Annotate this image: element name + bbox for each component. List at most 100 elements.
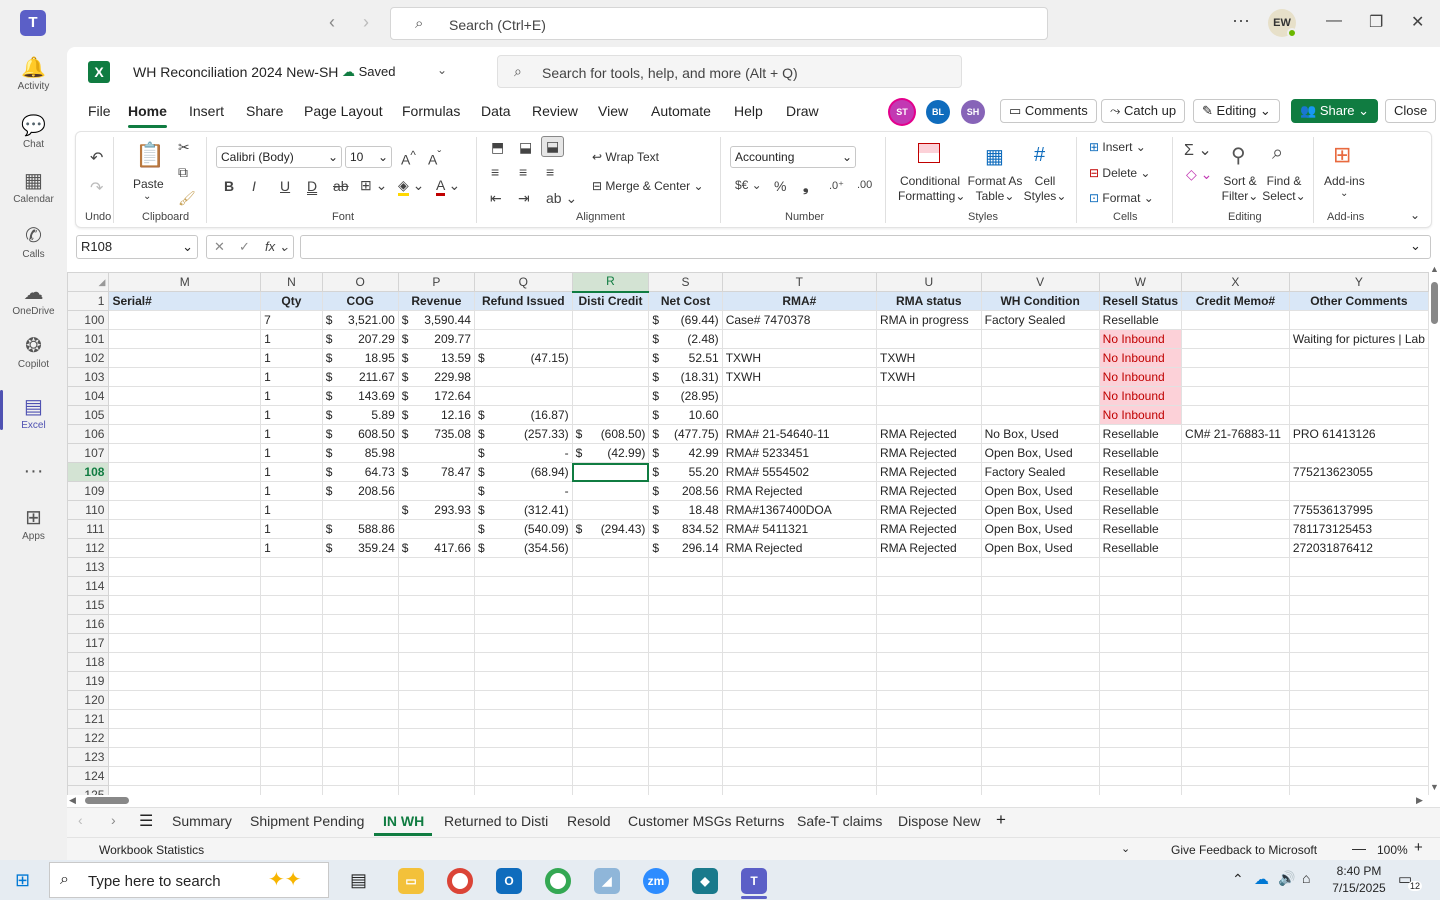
currency-format-icon[interactable]: $€ ⌄ (735, 178, 762, 192)
tab-formulas[interactable]: Formulas (402, 103, 460, 119)
sheet-tab-shipment-pending[interactable]: Shipment Pending (250, 813, 364, 829)
cell[interactable] (473, 728, 573, 748)
cell[interactable] (875, 386, 982, 406)
cell-styles-icon[interactable]: # (1034, 144, 1045, 167)
tab-data[interactable]: Data (481, 103, 511, 119)
cell[interactable] (721, 652, 877, 672)
cell[interactable] (1288, 766, 1429, 786)
cell[interactable]: $143.69 (321, 386, 399, 406)
row-header[interactable]: 107 (67, 443, 110, 463)
cell[interactable] (1098, 652, 1183, 672)
outlook-icon[interactable]: O (496, 868, 522, 894)
vertical-scroll-thumb[interactable] (1431, 282, 1438, 324)
cell[interactable] (571, 690, 650, 710)
cell[interactable]: 1 (260, 462, 323, 482)
expand-formula-bar-icon[interactable]: ⌄ (1410, 238, 1421, 254)
insert-cells-button[interactable]: ⊞ Insert ⌄ (1089, 140, 1146, 154)
all-sheets-menu-icon[interactable]: ☰ (139, 811, 153, 831)
worksheet-table[interactable]: ◢ M N O P Q R S T U V W X Y 1 Serial# Qty COG Revenue Refun… (67, 272, 1429, 795)
cell[interactable]: RMA Rejected (875, 481, 982, 501)
cell[interactable] (108, 690, 262, 710)
cell[interactable]: $735.08 (397, 424, 475, 444)
cell[interactable]: Resellable (1098, 424, 1183, 444)
find-select-icon[interactable]: ⌕ (1272, 142, 1283, 165)
cell[interactable] (571, 709, 650, 729)
cell[interactable] (473, 386, 573, 406)
cell[interactable]: RMA in progress (875, 310, 982, 330)
merge-center-button[interactable]: ⊟ Merge & Center ⌄ (592, 179, 704, 193)
delete-cells-button[interactable]: ⊟ Delete ⌄ (1089, 166, 1150, 180)
cell[interactable] (1288, 386, 1429, 406)
cell[interactable] (875, 709, 982, 729)
minimize-icon[interactable]: — (1326, 12, 1342, 30)
align-top-icon[interactable]: ⬒ (491, 139, 504, 156)
cell[interactable] (1288, 557, 1429, 577)
cell[interactable] (1288, 481, 1429, 501)
find-select-button[interactable]: Find & Select⌄ (1262, 174, 1306, 204)
cell[interactable] (397, 481, 475, 501)
scroll-up-icon[interactable]: ▲ (1430, 264, 1439, 274)
cell[interactable] (648, 595, 723, 615)
confirm-entry-icon[interactable]: ✓ (239, 236, 250, 258)
cell[interactable]: $229.98 (397, 367, 475, 387)
cell[interactable] (260, 728, 323, 748)
decrease-decimal-icon[interactable]: .00 (857, 179, 872, 191)
row-header[interactable]: 102 (67, 348, 110, 368)
cell[interactable] (1181, 310, 1290, 330)
cell[interactable] (721, 671, 877, 691)
cell[interactable]: $ (47.15) (473, 348, 573, 368)
row-header[interactable]: 104 (67, 386, 110, 406)
cell[interactable] (1181, 443, 1290, 463)
cell[interactable] (571, 557, 650, 577)
task-view-icon[interactable]: ▤ (350, 870, 367, 891)
header-cell[interactable]: Revenue (397, 291, 475, 311)
cell[interactable] (1181, 671, 1290, 691)
font-color-icon[interactable]: A ⌄ (436, 177, 460, 196)
cell[interactable] (397, 576, 475, 596)
row-header[interactable]: 103 (67, 367, 110, 387)
rail-item-calls[interactable]: ✆ Calls (0, 223, 67, 260)
horizontal-scroll-thumb[interactable] (85, 797, 129, 804)
cell[interactable]: RMA# 5411321 (721, 519, 877, 539)
cell[interactable]: $42.99 (648, 443, 723, 463)
clear-icon[interactable]: ◇ ⌄ (1186, 166, 1212, 183)
cell[interactable] (1181, 690, 1290, 710)
cell[interactable] (321, 785, 399, 795)
cell[interactable] (875, 690, 982, 710)
cell[interactable] (875, 329, 982, 349)
cell[interactable] (1098, 766, 1183, 786)
cell[interactable]: TXWH (875, 367, 982, 387)
more-options-icon[interactable]: ··· (1232, 10, 1250, 31)
cell[interactable]: 7 (260, 310, 323, 330)
cell[interactable] (1181, 652, 1290, 672)
cell[interactable] (648, 728, 723, 748)
cell[interactable] (571, 671, 650, 691)
align-left-icon[interactable]: ≡ (491, 164, 499, 180)
add-ins-icon[interactable]: ⊞ (1333, 142, 1351, 168)
header-cell[interactable]: Other Comments (1288, 291, 1429, 311)
cell[interactable] (721, 766, 877, 786)
spreadsheet-grid[interactable]: ◢ M N O P Q R S T U V W X Y 1 Serial# Qty COG Revenue Refun… (67, 272, 1429, 795)
cell[interactable]: $ (69.44) (648, 310, 723, 330)
cell[interactable] (321, 576, 399, 596)
cell[interactable] (571, 747, 650, 767)
row-header[interactable]: 111 (67, 519, 110, 539)
cell[interactable]: TXWH (875, 348, 982, 368)
cell[interactable] (571, 348, 650, 368)
cell[interactable] (571, 728, 650, 748)
cell[interactable]: $209.77 (397, 329, 475, 349)
cell[interactable]: RMA Rejected (875, 500, 982, 520)
align-middle-icon[interactable]: ⬓ (519, 139, 532, 156)
cell[interactable] (108, 633, 262, 653)
row-header[interactable]: 100 (67, 310, 110, 330)
orientation-icon[interactable]: ab ⌄ (546, 190, 577, 207)
close-button[interactable]: Close (1385, 99, 1437, 123)
cell[interactable] (1181, 614, 1290, 634)
header-cell[interactable]: RMA# (721, 291, 877, 311)
cell[interactable]: 1 (260, 500, 323, 520)
cell[interactable]: $ (294.43) (571, 519, 650, 539)
cell[interactable] (1288, 747, 1429, 767)
cell[interactable]: Open Box, Used (980, 500, 1100, 520)
app-icon[interactable]: ◢ (594, 868, 620, 894)
cell[interactable] (1181, 785, 1290, 795)
